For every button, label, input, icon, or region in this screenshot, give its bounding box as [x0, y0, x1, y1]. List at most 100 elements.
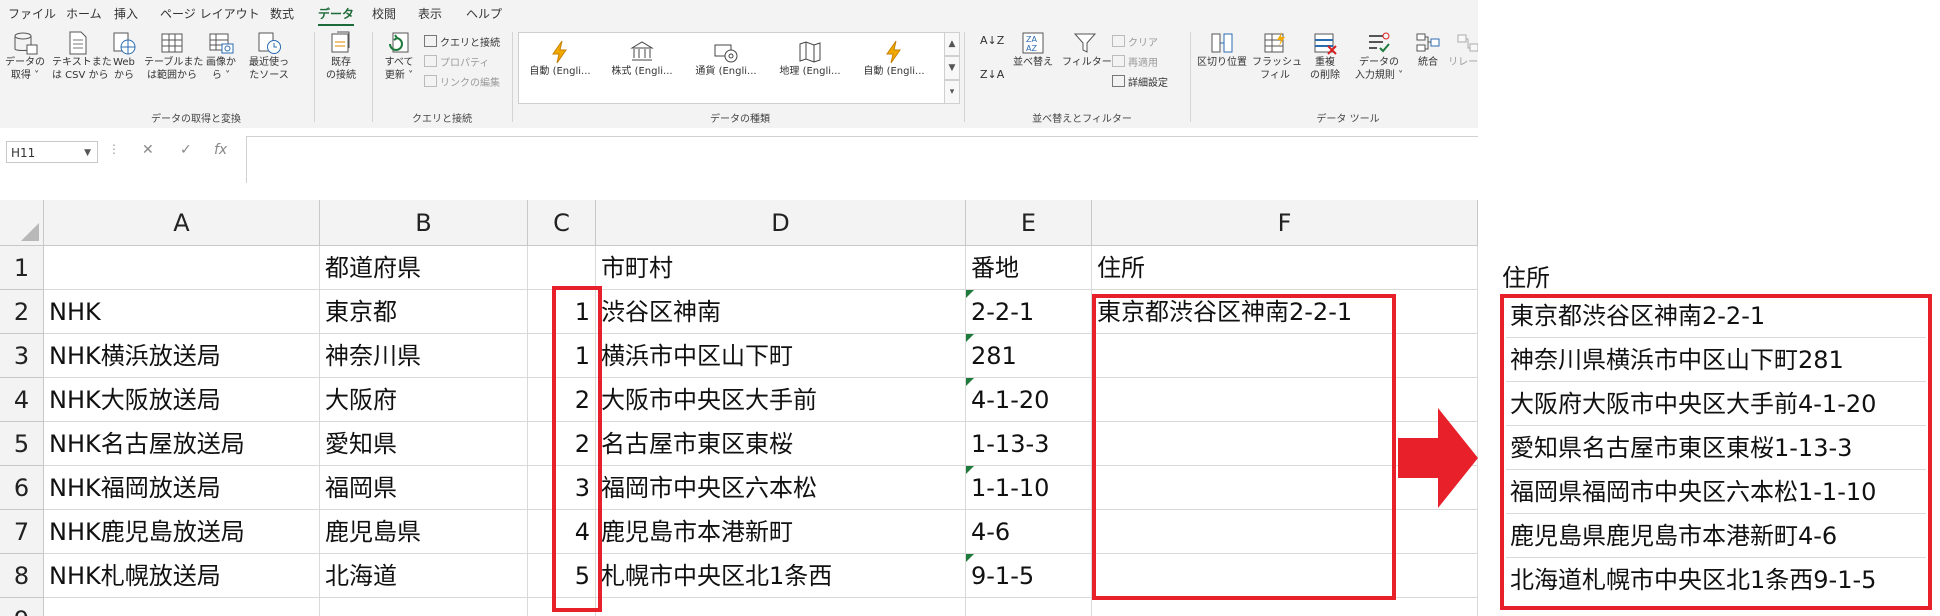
- row-header-9[interactable]: 9: [0, 598, 44, 616]
- cell-a3[interactable]: NHK横浜放送局: [44, 334, 320, 378]
- row-header-5[interactable]: 5: [0, 422, 44, 466]
- reapply-button[interactable]: 再適用: [1112, 54, 1158, 69]
- cell-b8[interactable]: 北海道: [320, 554, 528, 598]
- tab-data[interactable]: データ: [318, 5, 355, 27]
- cell-d4[interactable]: 大阪市中央区大手前: [596, 378, 966, 422]
- enter-icon[interactable]: ✓: [180, 142, 192, 158]
- cell-e6[interactable]: 1-1-10: [966, 466, 1092, 510]
- cell-d7[interactable]: 鹿児島市本港新町: [596, 510, 966, 554]
- properties-button[interactable]: プロパティ: [424, 54, 489, 69]
- cell-a4[interactable]: NHK大阪放送局: [44, 378, 320, 422]
- refresh-all-button[interactable]: すべて 更新 ˅: [376, 30, 422, 82]
- cell-e3[interactable]: 281: [966, 334, 1092, 378]
- gallery-more-button[interactable]: ▾: [944, 80, 960, 104]
- cell-e9[interactable]: [966, 598, 1092, 616]
- insert-function-icon[interactable]: fx: [214, 142, 227, 158]
- cell-f1[interactable]: 住所: [1092, 246, 1478, 290]
- sort-button[interactable]: ZA AZ 並べ替え: [1010, 30, 1056, 69]
- column-header-a[interactable]: A: [44, 200, 320, 246]
- cell-b7[interactable]: 鹿児島県: [320, 510, 528, 554]
- queries-connections-button[interactable]: クエリと接続: [424, 34, 500, 49]
- cell-a8[interactable]: NHK札幌放送局: [44, 554, 320, 598]
- formula-bar-grip[interactable]: ⋮: [108, 142, 120, 156]
- cell-b4[interactable]: 大阪府: [320, 378, 528, 422]
- tab-help[interactable]: ヘルプ: [466, 5, 502, 22]
- sort-descending-button[interactable]: Z↓A: [980, 68, 1004, 81]
- get-data-button[interactable]: データの 取得 ˅: [2, 30, 48, 82]
- cell-d1[interactable]: 市町村: [596, 246, 966, 290]
- cell-e1[interactable]: 番地: [966, 246, 1092, 290]
- remove-duplicates-button[interactable]: 重複 の削除: [1302, 30, 1348, 82]
- cell-b2[interactable]: 東京都: [320, 290, 528, 334]
- column-header-d[interactable]: D: [596, 200, 966, 246]
- cell-a7[interactable]: NHK鹿児島放送局: [44, 510, 320, 554]
- cell-d5[interactable]: 名古屋市東区東桜: [596, 422, 966, 466]
- cell-e7[interactable]: 4-6: [966, 510, 1092, 554]
- relationships-button[interactable]: リレーシ: [1448, 30, 1478, 69]
- cell-d8[interactable]: 札幌市中央区北1条西: [596, 554, 966, 598]
- column-header-f[interactable]: F: [1092, 200, 1478, 246]
- tab-home[interactable]: ホーム: [66, 5, 102, 22]
- cell-b1[interactable]: 都道府県: [320, 246, 528, 290]
- data-type-auto-2[interactable]: 自動 (Engli...: [855, 39, 933, 78]
- sort-ascending-button[interactable]: A↓Z: [980, 34, 1004, 47]
- cell-a1[interactable]: [44, 246, 320, 290]
- row-header-6[interactable]: 6: [0, 466, 44, 510]
- cancel-icon[interactable]: ✕: [142, 142, 154, 158]
- edit-links-button[interactable]: リンクの編集: [424, 74, 500, 89]
- cell-d3[interactable]: 横浜市中区山下町: [596, 334, 966, 378]
- recent-sources-button[interactable]: 最近使っ たソース: [244, 30, 294, 82]
- row-header-4[interactable]: 4: [0, 378, 44, 422]
- consolidate-button[interactable]: 統合: [1410, 30, 1446, 69]
- filter-button[interactable]: フィルター: [1062, 30, 1112, 69]
- chevron-down-icon[interactable]: ▼: [84, 142, 91, 164]
- cell-f9[interactable]: [1092, 598, 1478, 616]
- from-text-csv-button[interactable]: テキストまた は CSV から: [52, 30, 112, 82]
- cell-e8[interactable]: 9-1-5: [966, 554, 1092, 598]
- cell-a5[interactable]: NHK名古屋放送局: [44, 422, 320, 466]
- advanced-filter-button[interactable]: 詳細設定: [1112, 74, 1168, 89]
- clear-filter-button[interactable]: クリア: [1112, 34, 1158, 49]
- cell-c1[interactable]: [528, 246, 596, 290]
- cell-b3[interactable]: 神奈川県: [320, 334, 528, 378]
- tab-file[interactable]: ファイル: [8, 5, 56, 22]
- column-header-c[interactable]: C: [528, 200, 596, 246]
- cell-b9[interactable]: [320, 598, 528, 616]
- gallery-scroll-up-button[interactable]: ▲: [944, 32, 960, 56]
- cell-d9[interactable]: [596, 598, 966, 616]
- data-type-auto[interactable]: 自動 (Engli...: [521, 39, 599, 78]
- row-header-1[interactable]: 1: [0, 246, 44, 290]
- row-header-8[interactable]: 8: [0, 554, 44, 598]
- from-web-button[interactable]: Web から: [104, 30, 144, 82]
- cell-a6[interactable]: NHK福岡放送局: [44, 466, 320, 510]
- cell-d6[interactable]: 福岡市中央区六本松: [596, 466, 966, 510]
- select-all-corner[interactable]: [0, 200, 44, 246]
- row-header-2[interactable]: 2: [0, 290, 44, 334]
- column-header-b[interactable]: B: [320, 200, 528, 246]
- from-table-range-button[interactable]: テーブルまた は範囲から: [144, 30, 203, 82]
- cell-e5[interactable]: 1-13-3: [966, 422, 1092, 466]
- cell-b6[interactable]: 福岡県: [320, 466, 528, 510]
- existing-connections-button[interactable]: 既存 の接続: [318, 30, 364, 82]
- cell-b5[interactable]: 愛知県: [320, 422, 528, 466]
- tab-insert[interactable]: 挿入: [114, 5, 138, 22]
- tab-view[interactable]: 表示: [418, 5, 442, 22]
- cell-d2[interactable]: 渋谷区神南: [596, 290, 966, 334]
- data-validation-button[interactable]: データの 入力規則 ˅: [1350, 30, 1408, 82]
- text-to-columns-button[interactable]: 区切り位置: [1194, 30, 1250, 69]
- from-picture-button[interactable]: 画像か ら ˅: [200, 30, 242, 82]
- cell-e4[interactable]: 4-1-20: [966, 378, 1092, 422]
- cell-a2[interactable]: NHK: [44, 290, 320, 334]
- data-type-geography[interactable]: 地理 (Engli...: [771, 39, 849, 78]
- flash-fill-button[interactable]: フラッシュ フィル: [1252, 30, 1302, 82]
- cell-e2[interactable]: 2-2-1: [966, 290, 1092, 334]
- name-box[interactable]: H11 ▼: [6, 141, 98, 163]
- tab-formulas[interactable]: 数式: [270, 5, 294, 22]
- data-type-stocks[interactable]: 株式 (Engli...: [603, 39, 681, 78]
- row-header-7[interactable]: 7: [0, 510, 44, 554]
- gallery-scroll-down-button[interactable]: ▼: [944, 56, 960, 80]
- row-header-3[interactable]: 3: [0, 334, 44, 378]
- data-type-currency[interactable]: 通貨 (Engli...: [687, 39, 765, 78]
- tab-page-layout[interactable]: ページ レイアウト: [160, 5, 260, 22]
- formula-input[interactable]: [246, 136, 1478, 183]
